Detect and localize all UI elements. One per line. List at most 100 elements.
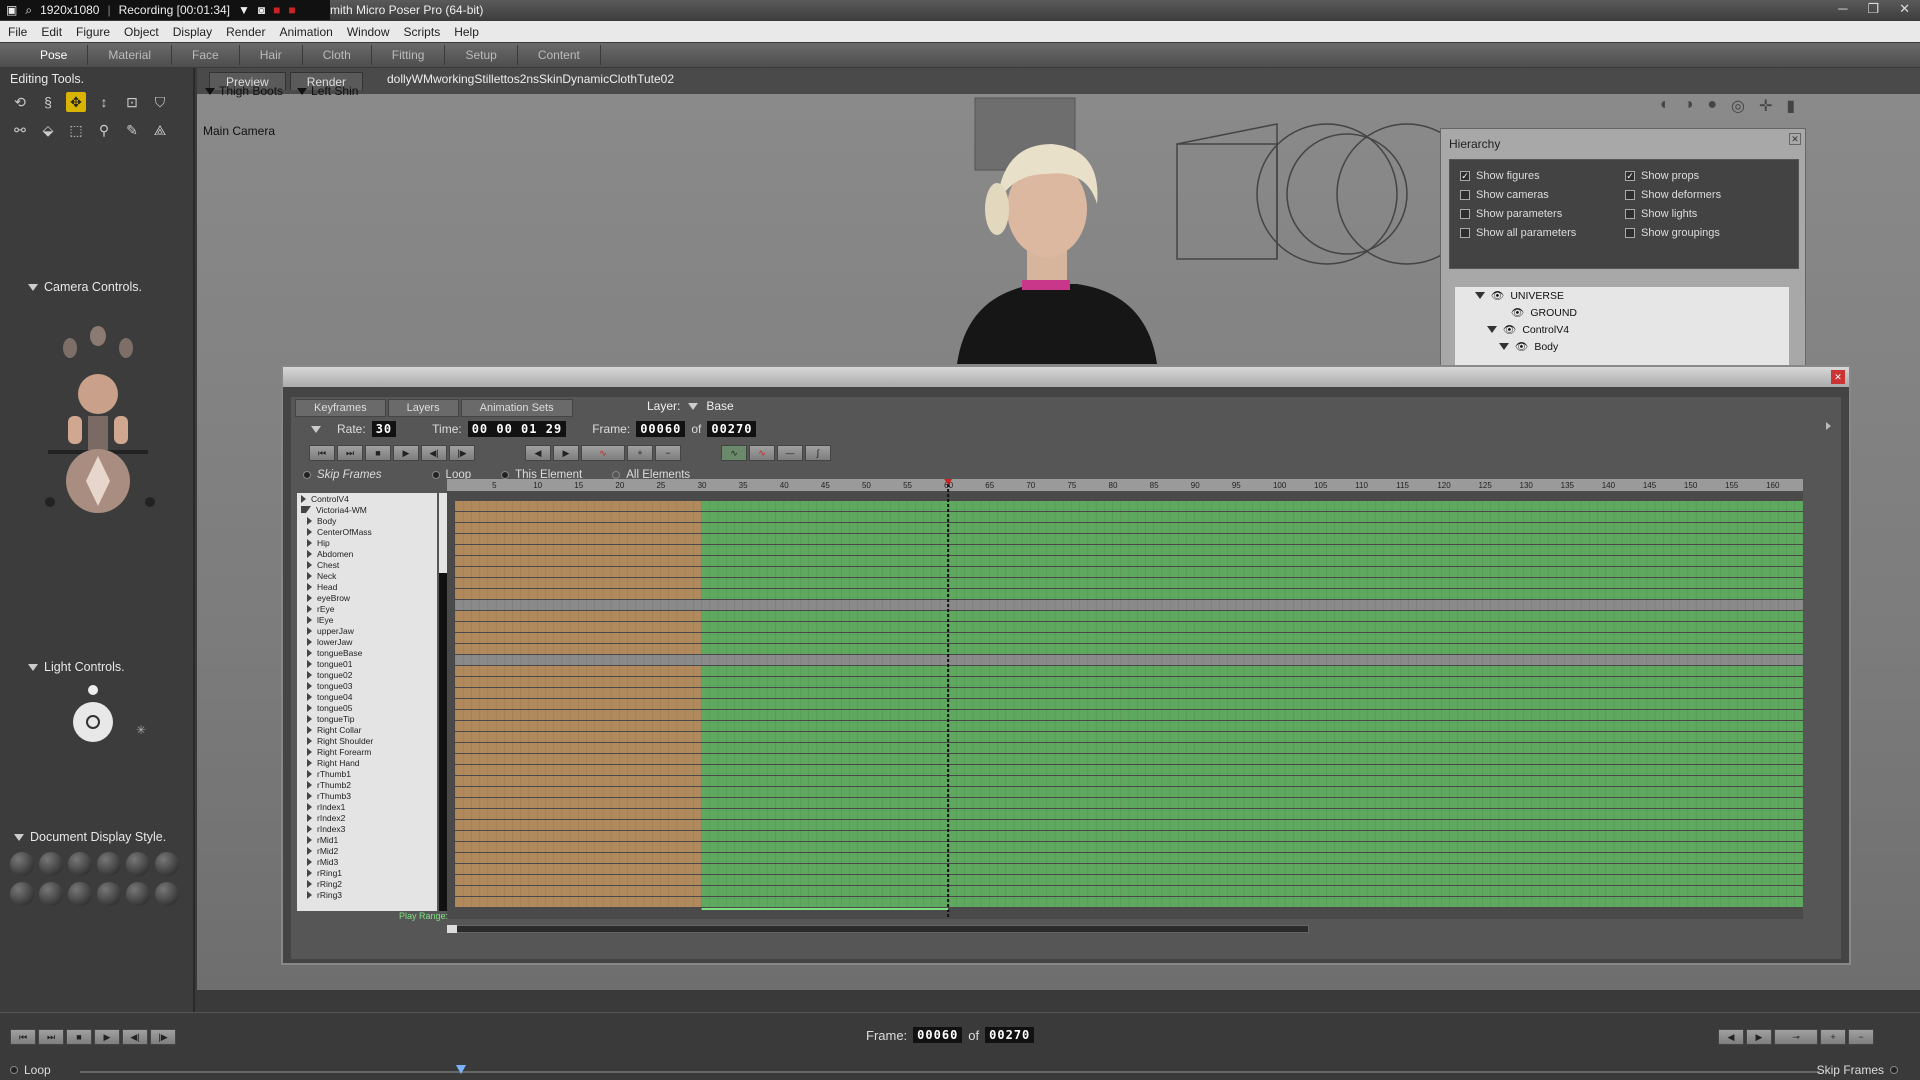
expand-icon[interactable] — [307, 659, 312, 668]
add-key-icon[interactable]: + — [1820, 1029, 1846, 1045]
go-to-start-icon[interactable]: ⏮ — [309, 445, 335, 461]
show-figures-option[interactable]: ✓ Show figures — [1460, 166, 1576, 185]
expand-icon[interactable] — [307, 780, 312, 789]
tree-item-controlv4[interactable]: 👁 ControlV4 — [1455, 321, 1789, 338]
wireframe-style-icon[interactable] — [68, 852, 92, 876]
tree-item-ground[interactable]: 👁 GROUND — [1455, 304, 1789, 321]
hidden-line-style-icon[interactable] — [97, 852, 121, 876]
element-list-item[interactable]: Right Forearm — [297, 746, 437, 757]
next-key-icon[interactable]: ▶ — [553, 445, 579, 461]
checkbox-icon[interactable] — [1460, 208, 1470, 219]
cartoon-style-icon[interactable] — [39, 882, 63, 906]
move-camera-icon[interactable]: ◑ — [1684, 96, 1694, 116]
previous-key-icon[interactable]: ◀ — [525, 445, 551, 461]
element-list-item[interactable]: rIndex1 — [297, 801, 437, 812]
light-controls-widget[interactable]: ✳ — [70, 684, 160, 744]
radio-icon[interactable] — [501, 471, 510, 479]
collapse-icon[interactable] — [28, 283, 38, 291]
taper-icon[interactable]: ⛉ — [150, 92, 170, 112]
pan-icon[interactable]: ✛ — [1759, 96, 1772, 116]
expand-icon[interactable] — [307, 879, 312, 888]
element-list-item[interactable]: Body — [297, 515, 437, 526]
play-icon[interactable]: ▶ — [393, 445, 419, 461]
element-list-item[interactable]: tongueBase — [297, 647, 437, 658]
expand-icon[interactable] — [307, 747, 312, 756]
menu-help[interactable]: Help — [454, 25, 479, 39]
element-list-item[interactable]: ControlV4 — [297, 493, 437, 504]
checkbox-checked-icon[interactable]: ✓ — [1460, 170, 1470, 181]
room-fitting[interactable]: Fitting — [372, 45, 446, 65]
element-list-item[interactable]: tongue02 — [297, 669, 437, 680]
collapse-icon[interactable] — [311, 425, 321, 433]
smooth-lined-style-icon[interactable] — [97, 882, 121, 906]
element-list-item[interactable]: Chest — [297, 559, 437, 570]
dropdown-icon[interactable]: ▼ — [238, 3, 250, 17]
element-list-item[interactable]: rRing1 — [297, 867, 437, 878]
element-list-item[interactable]: rRing2 — [297, 878, 437, 889]
tree-item-universe[interactable]: 👁 UNIVERSE — [1455, 287, 1789, 304]
expand-icon[interactable] — [307, 758, 312, 767]
stop-icon[interactable]: ■ — [66, 1029, 92, 1045]
total-frames-field[interactable]: 00270 — [707, 421, 757, 437]
edit-keyframes-icon[interactable]: ∿ — [581, 445, 625, 461]
expand-icon[interactable] — [307, 692, 312, 701]
show-parameters-option[interactable]: Show parameters — [1460, 204, 1576, 223]
collapse-icon[interactable] — [14, 833, 24, 841]
smooth-shaded-style-icon[interactable] — [68, 882, 92, 906]
tab-keyframes[interactable]: Keyframes — [295, 399, 386, 417]
room-face[interactable]: Face — [172, 45, 240, 65]
checkbox-icon[interactable] — [1460, 189, 1470, 200]
add-key-icon[interactable]: + — [627, 445, 653, 461]
timeline-slider[interactable] — [80, 1071, 1820, 1073]
element-list-item[interactable]: Victoria4-WM — [297, 504, 437, 515]
close-icon[interactable]: ✕ — [1789, 133, 1801, 145]
list-scrollbar-thumb[interactable] — [439, 493, 447, 573]
expand-icon[interactable] — [307, 527, 312, 536]
expand-icon[interactable] — [1475, 292, 1485, 299]
flat-shaded-style-icon[interactable] — [155, 852, 179, 876]
frame-field[interactable]: 00060 — [913, 1027, 963, 1043]
checkbox-icon[interactable] — [1625, 189, 1635, 200]
silhouette-style-icon[interactable] — [10, 852, 34, 876]
expand-icon[interactable] — [307, 890, 312, 899]
tree-item-body[interactable]: 👁 Body — [1455, 338, 1789, 355]
window-icon[interactable]: ▣ — [6, 3, 17, 17]
expand-icon[interactable] — [307, 538, 312, 547]
spline-section-icon[interactable]: ∿ — [721, 445, 747, 461]
pause-icon[interactable]: ■ — [273, 3, 280, 17]
radio-icon[interactable] — [303, 471, 311, 479]
twist-icon[interactable]: § — [38, 92, 58, 112]
collapse-icon[interactable] — [28, 663, 38, 671]
menu-figure[interactable]: Figure — [76, 25, 110, 39]
horizontal-scrollbar[interactable] — [447, 925, 1309, 933]
step-forward-icon[interactable]: |▶ — [150, 1029, 176, 1045]
element-list-item[interactable]: rIndex2 — [297, 812, 437, 823]
linear-section-icon[interactable]: — — [777, 445, 803, 461]
room-setup[interactable]: Setup — [445, 45, 518, 65]
expand-icon[interactable] — [307, 593, 312, 602]
element-list-item[interactable]: rMid2 — [297, 845, 437, 856]
expand-icon[interactable] — [307, 736, 312, 745]
scale-icon[interactable]: ⊡ — [122, 92, 142, 112]
step-forward-icon[interactable]: |▶ — [449, 445, 475, 461]
go-to-start-icon[interactable]: ⏮ — [10, 1029, 36, 1045]
total-frames-field[interactable]: 00270 — [985, 1027, 1035, 1043]
texture-shaded-style-icon[interactable] — [126, 882, 150, 906]
room-hair[interactable]: Hair — [240, 45, 303, 65]
expand-icon[interactable] — [301, 506, 311, 513]
stop-icon[interactable]: ■ — [288, 3, 295, 17]
stop-icon[interactable]: ■ — [365, 445, 391, 461]
element-list-item[interactable]: rEye — [297, 603, 437, 614]
show-cameras-option[interactable]: Show cameras — [1460, 185, 1576, 204]
element-list-item[interactable]: lEye — [297, 614, 437, 625]
element-list-item[interactable]: lowerJaw — [297, 636, 437, 647]
element-list-item[interactable]: Right Hand — [297, 757, 437, 768]
color-icon[interactable]: ⬙ — [38, 120, 58, 140]
tcb-section-icon[interactable]: ∿ — [749, 445, 775, 461]
element-list-item[interactable]: Head — [297, 581, 437, 592]
menu-display[interactable]: Display — [173, 25, 212, 39]
skip-frames-option[interactable]: Skip Frames — [303, 469, 382, 481]
menu-window[interactable]: Window — [347, 25, 390, 39]
view-magnifier-icon[interactable]: ⚲ — [94, 120, 114, 140]
go-to-end-icon[interactable]: ⏭ — [337, 445, 363, 461]
